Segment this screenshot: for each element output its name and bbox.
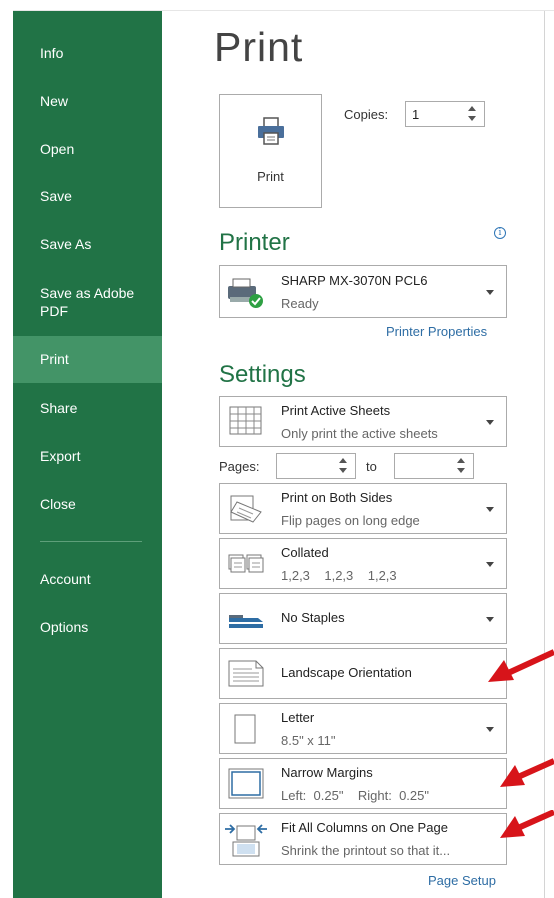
stapler-icon (220, 594, 272, 643)
print-sheets-dropdown[interactable]: Print Active Sheets Only print the activ… (219, 396, 507, 447)
nav-save-as-adobe-pdf-label: Save as Adobe PDF (40, 285, 135, 319)
pages-from-spinner[interactable] (276, 453, 356, 479)
nav-save-as-adobe-pdf[interactable]: Save as Adobe PDF (13, 284, 143, 320)
printer-properties-link[interactable]: Printer Properties (386, 324, 487, 339)
nav-save-as[interactable]: Save As (13, 236, 162, 252)
printer-heading: Printer (219, 229, 290, 256)
chevron-down-icon (486, 726, 494, 732)
margins-dropdown[interactable]: Narrow Margins Left: 0.25" Right: 0.25" (219, 758, 507, 809)
collation-dropdown[interactable]: Collated 1,2,3 1,2,3 1,2,3 (219, 538, 507, 589)
nav-separator (40, 541, 142, 542)
nav-export-label: Export (40, 448, 81, 464)
to-label: to (366, 459, 377, 474)
margins-icon (220, 759, 272, 808)
nav-open[interactable]: Open (13, 141, 162, 157)
printer-dropdown[interactable]: SHARP MX-3070N PCL6 Ready (219, 265, 507, 318)
copies-spinner[interactable]: 1 (405, 101, 485, 127)
scaling-title: Fit All Columns on One Page (281, 820, 448, 835)
margins-subtitle: Left: 0.25" Right: 0.25" (281, 788, 429, 803)
copies-label: Copies: (344, 107, 389, 122)
scaling-subtitle: Shrink the printout so that it... (281, 843, 451, 858)
print-sheets-subtitle: Only print the active sheets (281, 426, 438, 441)
paper-title: Letter (281, 710, 315, 725)
staples-title: No Staples (281, 610, 345, 625)
settings-heading: Settings (219, 361, 306, 388)
pages-label: Pages: (219, 459, 260, 474)
chevron-down-icon (486, 561, 494, 567)
print-button-label: Print (257, 169, 284, 184)
nav-save-as-label: Save As (40, 236, 92, 252)
chevron-down-icon (486, 616, 494, 622)
orientation-title: Landscape Orientation (281, 665, 412, 680)
nav-new-label: New (40, 93, 69, 109)
copies-value: 1 (412, 107, 420, 122)
nav-save-label: Save (40, 188, 72, 204)
page-setup-link[interactable]: Page Setup (428, 873, 496, 888)
spinner-arrows-icon[interactable] (468, 105, 478, 123)
chevron-down-icon (486, 506, 494, 512)
nav-print[interactable]: Print (13, 336, 162, 383)
nav-save[interactable]: Save (13, 188, 162, 204)
printer-name: SHARP MX-3070N PCL6 (281, 273, 428, 288)
pages-to-spinner[interactable] (394, 453, 474, 479)
nav-options-label: Options (40, 619, 89, 635)
fit-columns-icon (220, 814, 272, 864)
annotation-arrow-margins (500, 758, 554, 787)
margins-title: Narrow Margins (281, 765, 373, 780)
portrait-page-icon (220, 704, 272, 753)
nav-info-label: Info (40, 45, 64, 61)
nav-close[interactable]: Close (13, 496, 162, 512)
chevron-down-icon (486, 289, 494, 295)
nav-share-label: Share (40, 400, 78, 416)
collated-pages-icon (220, 539, 272, 588)
print-sides-subtitle: Flip pages on long edge (281, 513, 420, 528)
paper-subtitle: 8.5" x 11" (281, 733, 336, 748)
spinner-arrows-icon[interactable] (339, 457, 349, 475)
spinner-arrows-icon[interactable] (457, 457, 467, 475)
page-title: Print (214, 24, 304, 70)
printer-status: Ready (281, 296, 319, 311)
chevron-down-icon (486, 419, 494, 425)
printer-ready-icon (220, 266, 272, 317)
orientation-dropdown[interactable]: Landscape Orientation (219, 648, 507, 699)
info-icon[interactable]: i (494, 227, 506, 239)
nav-new[interactable]: New (13, 93, 162, 109)
nav-export[interactable]: Export (13, 448, 162, 464)
print-button[interactable]: Print (219, 94, 322, 208)
nav-options[interactable]: Options (13, 619, 162, 635)
annotation-arrow-orientation (488, 649, 554, 682)
nav-print-label: Print (40, 351, 69, 367)
printer-icon (255, 115, 287, 152)
collation-subtitle: 1,2,3 1,2,3 1,2,3 (281, 568, 397, 583)
landscape-page-icon (220, 649, 272, 698)
staples-dropdown[interactable]: No Staples (219, 593, 507, 644)
annotation-arrow-scaling (500, 810, 554, 838)
print-sides-dropdown[interactable]: Print on Both Sides Flip pages on long e… (219, 483, 507, 534)
nav-close-label: Close (40, 496, 76, 512)
nav-info[interactable]: Info (13, 45, 162, 61)
paper-size-dropdown[interactable]: Letter 8.5" x 11" (219, 703, 507, 754)
scaling-dropdown[interactable]: Fit All Columns on One Page Shrink the p… (219, 813, 507, 865)
nav-account[interactable]: Account (13, 571, 162, 587)
sheet-grid-icon (220, 397, 272, 446)
print-sheets-title: Print Active Sheets (281, 403, 391, 418)
collation-title: Collated (281, 545, 329, 560)
nav-open-label: Open (40, 141, 75, 157)
duplex-pages-icon (220, 484, 272, 533)
print-sides-title: Print on Both Sides (281, 490, 393, 505)
nav-share[interactable]: Share (13, 400, 162, 416)
nav-account-label: Account (40, 571, 91, 587)
backstage-sidebar: Info New Open Save Save As Save as Adobe… (13, 11, 162, 898)
